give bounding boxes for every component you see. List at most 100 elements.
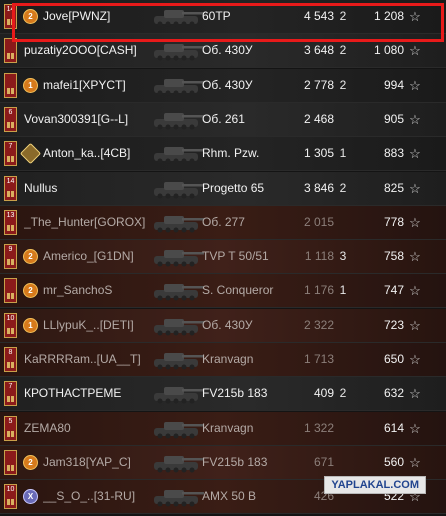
rank-insignia-icon [4,72,17,98]
vehicle-name: Об. 277 [202,214,245,229]
kills-value [338,309,348,342]
damage-value: 1 713 [303,352,334,366]
kills-value [338,103,348,136]
experience-value: 883 [383,146,404,161]
star-icon: ☆ [409,146,421,162]
mastery-badge-icon: 1 [23,77,38,93]
mastery-badge-icon: 2 [23,454,38,470]
rank-insignia-icon [4,38,17,64]
player-row[interactable]: 7 КРОТНАСТРЕМЕ FV215b 183 409 2 632 ☆ [0,377,446,412]
star-icon: ☆ [409,352,421,367]
mastery-badge-icon [19,143,42,165]
kills-value: 2 [339,43,347,58]
vehicle-name: Об. 261 [202,111,245,126]
kills-value [338,343,348,376]
vehicle-name: Kranvagn [202,420,254,435]
kills-value [338,446,348,479]
vehicle-name: FV215b 183 [202,386,268,401]
mastery-badge-label: 1 [28,320,33,330]
tank-icon [150,313,206,338]
rank-insignia-icon: 10 [4,312,17,338]
vehicle-name: Progetto 65 [202,180,265,195]
kills-value: 1 [339,283,347,298]
star-icon: ☆ [409,43,421,59]
tank-icon [150,381,206,406]
player-row[interactable]: 5 ZEMA80 Kranvagn 1 322 614 ☆ [0,411,446,446]
damage-value: 1 305 [303,146,334,161]
tank-icon [150,484,206,509]
tank-icon [150,176,206,201]
damage-value: 671 [313,454,334,469]
player-row[interactable]: 2 mr_SanchoS S. Conqueror 1 176 1 747 ☆ [0,274,446,309]
vehicle-name: FV215b 183 [202,454,268,469]
vehicle-name: Об. 430У [202,43,253,58]
mastery-badge-icon: X [23,489,38,505]
experience-value: 747 [383,283,404,298]
rank-insignia-icon: 13 [4,209,17,235]
star-icon: ☆ [409,180,421,196]
experience-value: 723 [383,317,404,332]
kills-value: 2 [339,180,347,195]
kills-value: 3 [339,249,347,264]
vehicle-name: S. Conqueror [202,283,274,298]
damage-value: 3 648 [303,43,334,58]
player-row[interactable]: puzatiy2OOO[CASH] Об. 430У 3 648 2 1 080 ☆ [0,34,446,69]
tank-icon [150,347,206,372]
tank-icon [150,38,206,63]
tank-icon [150,416,206,441]
rank-insignia-icon: 10 [4,484,17,510]
star-icon: ☆ [409,283,421,299]
vehicle-name: TVP T 50/51 [202,249,269,264]
experience-value: 994 [383,77,404,92]
player-row[interactable]: 2 Jam318[YAP_C] FV215b 183 671 560 ☆ [0,445,446,480]
damage-value: 1 322 [303,420,334,435]
mastery-badge-icon: 2 [23,9,38,24]
damage-value: 2 015 [303,214,334,229]
player-row[interactable]: 7 Anton_ka..[4CB] Rhm. Pzw. 1 305 1 883 ☆ [0,137,446,172]
rank-insignia-icon: 8 [4,347,17,372]
mastery-badge-label: 2 [28,457,33,467]
star-icon: ☆ [409,111,421,127]
kills-value: 2 [339,9,347,23]
player-row[interactable]: 14 Nullus Progetto 65 3 846 2 825 ☆ [0,171,446,206]
player-row[interactable]: 10 1 LLlypuK_..[DETI] Об. 430У 2 322 723 ☆ [0,308,446,343]
vehicle-name: AMX 50 B [202,489,257,504]
star-icon: ☆ [409,249,421,265]
star-icon: ☆ [409,9,421,24]
mastery-badge-icon: 1 [23,317,38,333]
rank-insignia-icon [4,449,17,475]
player-row[interactable]: 9 2 Americo_[G1DN] TVP T 50/51 1 118 3 758 ☆ [0,240,446,275]
mastery-badge-icon: 2 [23,249,38,265]
damage-value: 2 322 [303,317,334,332]
vehicle-name: Rhm. Pzw. [202,146,260,161]
player-row[interactable]: 14 2 Jove[PWNZ] 60TP 4 543 2 1 208 ☆ [0,0,446,34]
vehicle-name: Об. 430У [202,317,253,332]
experience-value: 632 [383,386,404,401]
tank-icon [150,210,206,235]
mastery-badge-label: 2 [28,286,33,296]
rank-insignia-icon: 9 [4,244,17,270]
tank-icon [150,450,206,475]
tank-icon [150,73,206,98]
player-row[interactable]: 8 KaRRRRam..[UA__T] Kranvagn 1 713 650 ☆ [0,343,446,377]
vehicle-name: Об. 430У [202,77,253,92]
watermark: YAPLAKAL.COM [324,476,426,494]
experience-value: 650 [383,352,404,366]
damage-value: 409 [313,386,334,401]
star-icon: ☆ [409,214,421,230]
damage-value: 2 468 [303,111,334,126]
kills-value: 2 [339,386,347,401]
experience-value: 614 [383,420,404,435]
kills-value: 1 [339,146,347,161]
rank-insignia-icon: 7 [4,381,17,407]
mastery-badge-icon: 2 [23,283,38,299]
tank-icon [150,278,206,303]
mastery-badge-label: 1 [28,80,33,90]
star-icon: ☆ [409,317,421,333]
player-row[interactable]: 6 Vovan300391[G--L] Об. 261 2 468 905 ☆ [0,102,446,137]
damage-value: 3 846 [303,180,334,195]
experience-value: 1 080 [373,43,404,58]
player-row[interactable]: 1 mafei1[XPYCT] Об. 430У 2 778 2 994 ☆ [0,68,446,103]
experience-value: 778 [383,214,404,229]
player-row[interactable]: 13 _The_Hunter[GOROX] Об. 277 2 015 778 ☆ [0,205,446,240]
